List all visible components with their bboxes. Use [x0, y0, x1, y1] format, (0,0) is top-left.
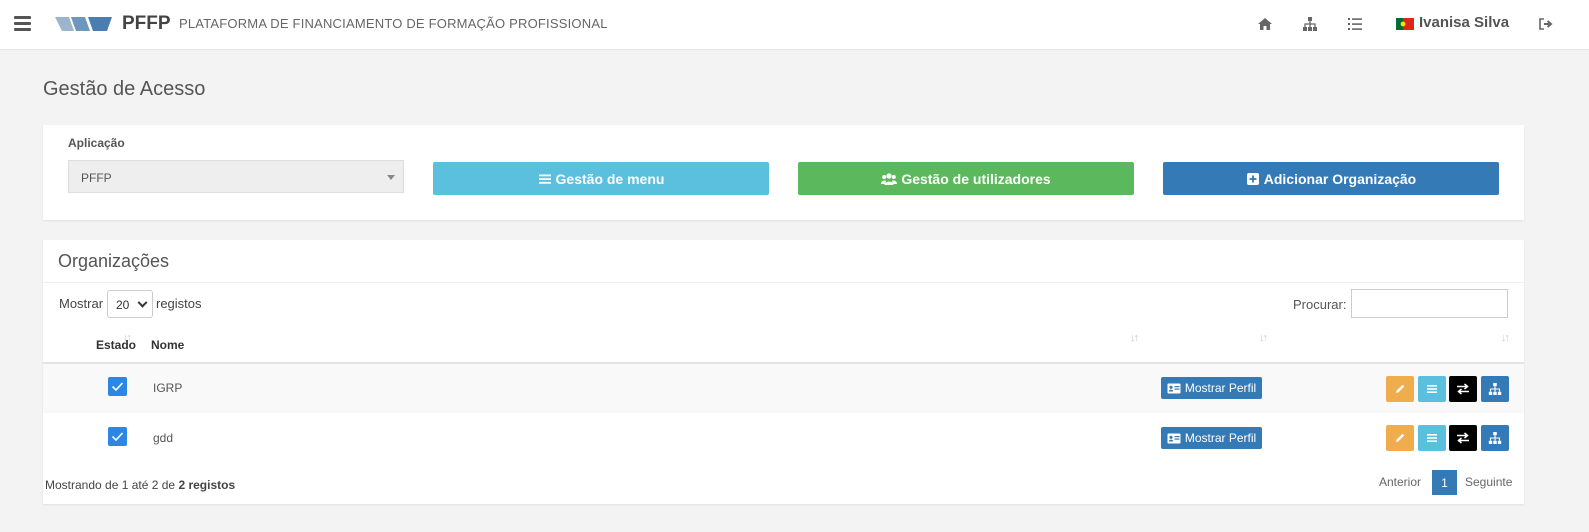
page-length-value: 20 — [116, 298, 130, 312]
show-profile-label: Mostrar Perfil — [1184, 381, 1257, 395]
table-info: Mostrando de 1 até 2 de 2 registos — [45, 478, 235, 492]
plus-square-icon — [1246, 172, 1259, 185]
id-card-icon — [1167, 433, 1181, 443]
caret-down-icon — [387, 175, 395, 180]
pagination-previous[interactable]: Anterior — [1379, 475, 1421, 489]
page-title: Gestão de Acesso — [43, 78, 206, 100]
sort-icon[interactable]: ↓↑ — [1130, 332, 1139, 344]
table-row: IGRP Mostrar Perfil — [43, 364, 1524, 413]
application-label: Aplicação — [68, 136, 125, 150]
table-info-total: 2 registos — [178, 478, 236, 492]
chevron-down-icon — [137, 297, 148, 308]
users-management-button[interactable]: Gestão de utilizadores — [798, 162, 1134, 195]
sitemap-icon — [1488, 432, 1502, 444]
show-profile-button[interactable]: Mostrar Perfil — [1161, 427, 1262, 449]
transfer-button[interactable] — [1449, 376, 1477, 402]
show-profile-button[interactable]: Mostrar Perfil — [1161, 377, 1262, 399]
flag-portugal-icon — [1396, 18, 1414, 30]
table-info-prefix: Mostrando de 1 até 2 de — [45, 478, 179, 492]
pagination-page[interactable]: 1 — [1432, 470, 1457, 495]
pagination-next[interactable]: Seguinte — [1465, 475, 1512, 489]
search-input[interactable] — [1351, 289, 1508, 318]
structure-button[interactable] — [1481, 376, 1509, 402]
users-icon — [881, 172, 898, 185]
status-checkbox[interactable] — [108, 377, 127, 396]
sort-icon[interactable]: ↓↑ — [1501, 332, 1510, 344]
sitemap-icon[interactable] — [1302, 16, 1320, 34]
menu-management-label: Gestão de menu — [555, 170, 665, 187]
sitemap-icon — [1488, 383, 1502, 395]
application-select-value: PFFP — [81, 171, 112, 185]
organizations-card: Organizações Mostrar 20 registos Procura… — [43, 240, 1524, 504]
brand-subtitle: PLATAFORMA DE FINANCIAMENTO DE FORMAÇÃO … — [179, 16, 608, 31]
table-row: gdd Mostrar Perfil — [43, 413, 1524, 462]
check-icon — [111, 382, 124, 392]
column-header-estado[interactable]: Estado — [96, 338, 136, 352]
application-filter-card: Aplicação PFFP Gestão de menu Gestão de … — [43, 125, 1524, 220]
menu-list-button[interactable] — [1418, 376, 1446, 402]
exchange-icon — [1457, 432, 1469, 444]
page-length-select[interactable]: 20 — [107, 290, 153, 318]
sign-out-icon[interactable] — [1538, 16, 1556, 34]
bars-icon — [1427, 434, 1437, 442]
id-card-icon — [1167, 383, 1181, 393]
divider — [43, 282, 1524, 283]
pencil-icon — [1396, 384, 1405, 393]
brand-name[interactable]: PFFP — [122, 13, 171, 35]
menu-icon[interactable] — [14, 16, 31, 31]
edit-button[interactable] — [1386, 425, 1414, 451]
organizations-title: Organizações — [58, 251, 170, 271]
application-select[interactable]: PFFP — [68, 160, 404, 193]
edit-button[interactable] — [1386, 376, 1414, 402]
search-label: Procurar: — [1293, 297, 1347, 312]
column-header-nome[interactable]: Nome — [151, 338, 184, 352]
home-icon[interactable] — [1257, 16, 1275, 34]
sort-icon[interactable]: ↓↑ — [1259, 332, 1268, 344]
show-label: Mostrar — [59, 296, 104, 311]
bars-icon — [538, 174, 551, 184]
organization-name: gdd — [153, 431, 174, 445]
records-label: registos — [156, 296, 202, 311]
transfer-button[interactable] — [1449, 425, 1477, 451]
pencil-icon — [1396, 433, 1405, 442]
add-organization-label: Adicionar Organização — [1263, 170, 1417, 187]
exchange-icon — [1457, 383, 1469, 395]
menu-list-button[interactable] — [1418, 425, 1446, 451]
user-name[interactable]: Ivanisa Silva — [1419, 14, 1509, 31]
add-organization-button[interactable]: Adicionar Organização — [1163, 162, 1499, 195]
status-checkbox[interactable] — [108, 427, 127, 446]
list-ol-icon[interactable] — [1347, 16, 1365, 34]
organization-name: IGRP — [153, 381, 183, 395]
users-management-label: Gestão de utilizadores — [901, 170, 1051, 187]
show-profile-label: Mostrar Perfil — [1184, 431, 1257, 445]
bars-icon — [1427, 385, 1437, 393]
menu-management-button[interactable]: Gestão de menu — [433, 162, 769, 195]
check-icon — [111, 432, 124, 442]
top-navbar: PFFP PLATAFORMA DE FINANCIAMENTO DE FORM… — [0, 0, 1589, 50]
brand-logo — [55, 17, 112, 31]
structure-button[interactable] — [1481, 425, 1509, 451]
